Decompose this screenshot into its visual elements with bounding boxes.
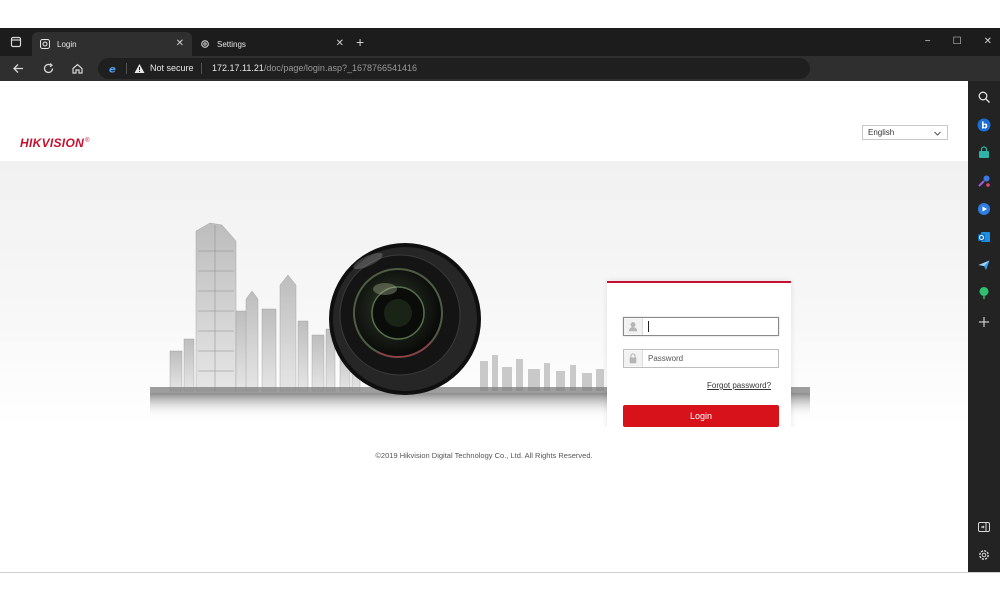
username-field[interactable] [623,317,779,336]
address-bar[interactable]: e Not secure 172.17.11.21/doc/page/login… [98,58,810,79]
tree-icon[interactable] [977,286,991,300]
url-host: 172.17.11.21 [212,63,264,73]
city-camera-illustration [150,222,810,417]
hero-banner: Password Forgot password? Login [0,161,968,427]
chevron-down-icon [934,131,941,136]
url-path: /doc/page/login.asp?_1678766541416 [263,63,418,73]
maximize-button[interactable]: ☐ [953,36,962,47]
divider [201,63,202,74]
outlook-icon[interactable] [977,230,991,244]
divider [126,63,127,74]
svg-text:b: b [981,122,988,132]
logo-text: HIKVISION [20,136,85,150]
browser-tab-bar: Login ✕ Settings ✕ [0,28,1000,56]
add-icon[interactable] [977,315,991,329]
tab-label: Settings [217,39,246,49]
home-icon[interactable] [71,62,84,75]
split-screen-icon[interactable] [977,520,991,534]
close-window-button[interactable]: ✕ [984,36,992,47]
refresh-icon[interactable] [42,62,55,75]
back-arrow-icon[interactable] [12,62,25,75]
security-status[interactable]: Not secure [150,63,194,73]
search-icon[interactable] [977,90,991,104]
forgot-password-link[interactable]: Forgot password? [707,381,771,390]
minimize-button[interactable]: − [925,36,931,47]
send-icon[interactable] [977,258,991,272]
window-controls: − ☐ ✕ [925,36,992,47]
close-tab-icon[interactable]: ✕ [336,38,344,49]
internet-explorer-mode-icon[interactable]: e [108,63,119,75]
svg-text:e: e [109,65,116,75]
tab-settings[interactable]: Settings ✕ [192,32,352,56]
lock-icon [624,350,643,367]
browser-toolbar: e Not secure 172.17.11.21/doc/page/login… [0,56,1000,132]
language-value: English [868,128,895,137]
registered-mark: ® [85,138,90,144]
web-page: HIKVISION® English Password Forgot passw… [0,81,968,573]
edge-sidebar: b [968,81,1000,573]
url-text[interactable]: 172.17.11.21/doc/page/login.asp?_1678766… [212,63,417,73]
text-cursor [648,321,649,332]
games-icon[interactable] [977,202,991,216]
close-tab-icon[interactable]: ✕ [176,38,184,49]
hikvision-logo: HIKVISION® [20,136,90,150]
new-tab-button[interactable]: + [356,35,364,49]
warning-icon[interactable] [134,63,145,74]
login-card: Password Forgot password? Login [607,281,791,427]
tab-actions-icon[interactable] [10,36,22,48]
page-favicon-icon [40,39,50,49]
login-button[interactable]: Login [623,405,779,427]
user-icon [624,318,643,335]
copyright-text: ©2019 Hikvision Digital Technology Co., … [375,451,593,460]
password-field[interactable]: Password [623,349,779,368]
password-placeholder: Password [648,354,684,363]
tab-login[interactable]: Login ✕ [32,32,192,56]
tab-label: Login [57,39,77,49]
bing-icon[interactable]: b [977,118,991,132]
language-select[interactable]: English [862,125,948,140]
settings-icon[interactable] [977,548,991,562]
camera-lens-graphic [329,243,481,395]
shopping-icon[interactable] [977,146,991,160]
tools-icon[interactable] [977,174,991,188]
window-bottom-border [0,572,1000,573]
gear-icon [201,40,209,48]
